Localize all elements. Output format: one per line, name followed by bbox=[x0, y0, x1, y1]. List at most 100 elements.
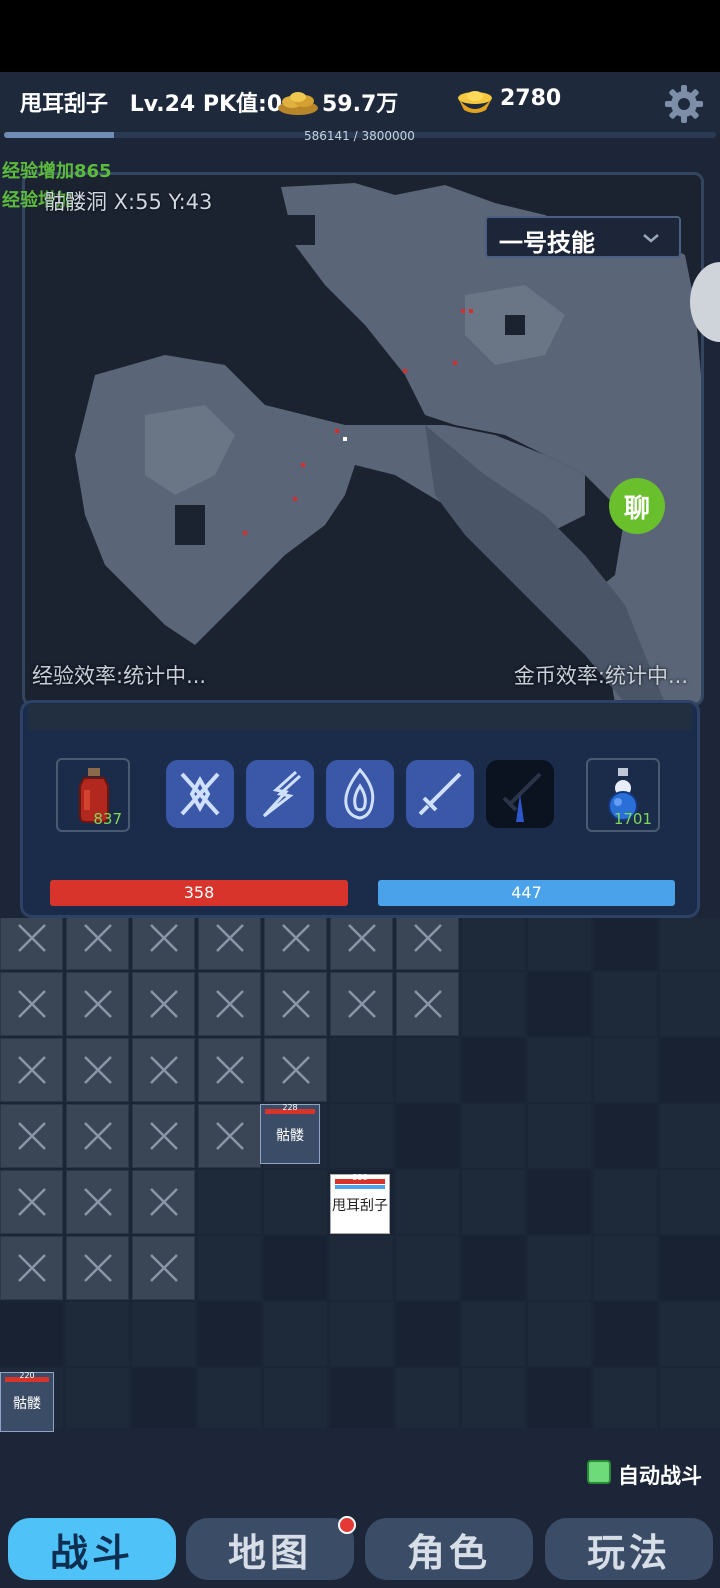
monster-skeleton-2[interactable]: 220 骷髅 bbox=[0, 1371, 54, 1432]
skill-cross-slash[interactable] bbox=[166, 760, 234, 828]
hp-potion-slot[interactable]: 837 bbox=[56, 758, 130, 832]
grid-cell[interactable] bbox=[594, 1236, 657, 1300]
grid-cell[interactable] bbox=[528, 1170, 591, 1234]
grid-cell[interactable] bbox=[132, 1236, 195, 1300]
grid-cell[interactable] bbox=[264, 1236, 327, 1300]
grid-cell[interactable] bbox=[198, 1104, 261, 1168]
skill-sword[interactable] bbox=[406, 760, 474, 828]
player-character[interactable]: 358 甩耳刮子 bbox=[330, 1173, 390, 1234]
grid-cell[interactable] bbox=[0, 1170, 63, 1234]
skill-lightning[interactable] bbox=[246, 760, 314, 828]
grid-cell[interactable] bbox=[660, 1104, 720, 1168]
skill-fire[interactable] bbox=[326, 760, 394, 828]
tab-character[interactable]: 角色 bbox=[365, 1518, 533, 1580]
grid-cell[interactable] bbox=[66, 1236, 129, 1300]
grid-cell[interactable] bbox=[330, 918, 393, 970]
auto-battle-checkbox[interactable] bbox=[587, 1460, 611, 1484]
grid-cell[interactable] bbox=[66, 972, 129, 1036]
grid-cell[interactable] bbox=[528, 1368, 591, 1428]
grid-cell[interactable] bbox=[66, 1038, 129, 1102]
chat-button[interactable]: 聊 bbox=[609, 478, 665, 534]
grid-cell[interactable] bbox=[528, 972, 591, 1036]
grid-cell[interactable] bbox=[396, 1368, 459, 1428]
grid-cell[interactable] bbox=[594, 1104, 657, 1168]
grid-cell[interactable] bbox=[132, 1170, 195, 1234]
grid-cell[interactable] bbox=[396, 972, 459, 1036]
grid-cell[interactable] bbox=[0, 1104, 63, 1168]
grid-cell[interactable] bbox=[264, 918, 327, 970]
grid-cell[interactable] bbox=[330, 1302, 393, 1366]
grid-cell[interactable] bbox=[198, 1302, 261, 1366]
grid-cell[interactable] bbox=[396, 1170, 459, 1234]
grid-cell[interactable] bbox=[660, 1368, 720, 1428]
grid-cell[interactable] bbox=[198, 918, 261, 970]
grid-cell[interactable] bbox=[264, 1368, 327, 1428]
grid-cell[interactable] bbox=[66, 918, 129, 970]
grid-cell[interactable] bbox=[330, 1104, 393, 1168]
grid-cell[interactable] bbox=[132, 1302, 195, 1366]
grid-cell[interactable] bbox=[594, 1038, 657, 1102]
grid-cell[interactable] bbox=[660, 1302, 720, 1366]
grid-cell[interactable] bbox=[132, 918, 195, 970]
skill-locked[interactable] bbox=[486, 760, 554, 828]
grid-cell[interactable] bbox=[594, 1368, 657, 1428]
grid-cell[interactable] bbox=[396, 1104, 459, 1168]
grid-cell[interactable] bbox=[198, 1236, 261, 1300]
tab-map[interactable]: 地图 bbox=[186, 1518, 354, 1580]
grid-cell[interactable] bbox=[396, 1236, 459, 1300]
grid-cell[interactable] bbox=[66, 1104, 129, 1168]
gear-icon[interactable] bbox=[664, 84, 704, 124]
grid-cell[interactable] bbox=[0, 972, 63, 1036]
grid-cell[interactable] bbox=[396, 918, 459, 970]
grid-cell[interactable] bbox=[396, 1302, 459, 1366]
grid-cell[interactable] bbox=[132, 1368, 195, 1428]
grid-cell[interactable] bbox=[264, 972, 327, 1036]
grid-cell[interactable] bbox=[660, 972, 720, 1036]
grid-cell[interactable] bbox=[66, 1302, 129, 1366]
grid-cell[interactable] bbox=[462, 1236, 525, 1300]
grid-cell[interactable] bbox=[132, 1104, 195, 1168]
grid-cell[interactable] bbox=[198, 1170, 261, 1234]
grid-cell[interactable] bbox=[132, 1038, 195, 1102]
grid-cell[interactable] bbox=[594, 918, 657, 970]
grid-cell[interactable] bbox=[660, 1236, 720, 1300]
grid-cell[interactable] bbox=[660, 1170, 720, 1234]
grid-cell[interactable] bbox=[462, 918, 525, 970]
grid-cell[interactable] bbox=[594, 1302, 657, 1366]
grid-cell[interactable] bbox=[132, 972, 195, 1036]
grid-cell[interactable] bbox=[396, 1038, 459, 1102]
grid-cell[interactable] bbox=[198, 972, 261, 1036]
grid-cell[interactable] bbox=[594, 1170, 657, 1234]
grid-cell[interactable] bbox=[264, 1170, 327, 1234]
grid-cell[interactable] bbox=[198, 1038, 261, 1102]
grid-cell[interactable] bbox=[594, 972, 657, 1036]
monster-skeleton[interactable]: 228 骷髅 bbox=[260, 1103, 320, 1164]
grid-cell[interactable] bbox=[528, 1236, 591, 1300]
grid-cell[interactable] bbox=[462, 1368, 525, 1428]
grid-cell[interactable] bbox=[264, 1302, 327, 1366]
grid-cell[interactable] bbox=[462, 1038, 525, 1102]
grid-cell[interactable] bbox=[0, 1236, 63, 1300]
grid-cell[interactable] bbox=[462, 972, 525, 1036]
grid-cell[interactable] bbox=[462, 1104, 525, 1168]
grid-cell[interactable] bbox=[264, 1038, 327, 1102]
grid-cell[interactable] bbox=[528, 918, 591, 970]
grid-cell[interactable] bbox=[66, 1368, 129, 1428]
grid-cell[interactable] bbox=[528, 1038, 591, 1102]
grid-cell[interactable] bbox=[528, 1104, 591, 1168]
skill-select[interactable]: 一号技能 bbox=[485, 216, 681, 258]
grid-cell[interactable] bbox=[330, 972, 393, 1036]
grid-cell[interactable] bbox=[462, 1170, 525, 1234]
grid-cell[interactable] bbox=[330, 1236, 393, 1300]
grid-cell[interactable] bbox=[660, 918, 720, 970]
grid-cell[interactable] bbox=[462, 1302, 525, 1366]
grid-cell[interactable] bbox=[330, 1368, 393, 1428]
grid-cell[interactable] bbox=[198, 1368, 261, 1428]
grid-cell[interactable] bbox=[0, 1038, 63, 1102]
grid-cell[interactable] bbox=[660, 1038, 720, 1102]
grid-cell[interactable] bbox=[0, 918, 63, 970]
grid-cell[interactable] bbox=[0, 1302, 63, 1366]
grid-cell[interactable] bbox=[66, 1170, 129, 1234]
tab-battle[interactable]: 战斗 bbox=[8, 1518, 176, 1580]
grid-cell[interactable] bbox=[528, 1302, 591, 1366]
